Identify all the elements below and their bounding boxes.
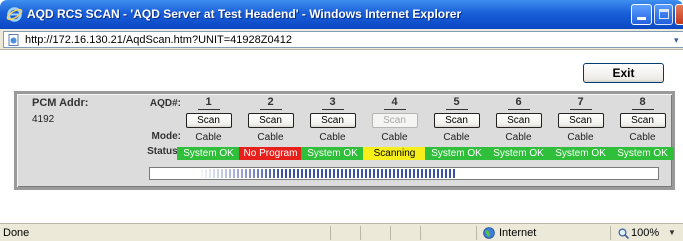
scan-button-3[interactable]: Scan: [309, 113, 356, 128]
address-bar: http://172.16.130.21/AqdScan.htm?UNIT=41…: [0, 29, 683, 50]
aqd-scan-panel: PCM Addr: 4192 AQD#: Mode: Status: 1 Sca…: [14, 91, 675, 190]
minimize-button[interactable]: [631, 4, 652, 25]
page-icon: [8, 34, 19, 46]
pcm-addr-label: PCM Addr:: [32, 97, 89, 109]
status-divider: [330, 226, 331, 240]
status-divider: [390, 226, 391, 240]
aqd-mode: Cable: [381, 132, 408, 143]
scan-button-2[interactable]: Scan: [247, 113, 294, 128]
status-bar: Done Internet 100% ▼: [0, 223, 683, 241]
aqd-number: 1: [197, 96, 220, 110]
aqd-mode: Cable: [195, 132, 222, 143]
scan-button-8[interactable]: Scan: [619, 113, 666, 128]
aqd-number: 5: [445, 96, 468, 110]
aqd-column-2: 2 Scan Cable No Program: [239, 96, 302, 160]
internet-explorer-icon: [6, 7, 23, 22]
aqd-mode: Cable: [567, 132, 594, 143]
minimize-icon: [637, 17, 646, 20]
aqd-column-3: 3 Scan Cable System OK: [301, 96, 364, 160]
aqd-mode: Cable: [319, 132, 346, 143]
title-bar[interactable]: AQD RCS SCAN - 'AQD Server at Test Heade…: [0, 0, 683, 29]
pcm-addr-value: 4192: [32, 114, 55, 125]
aqd-mode: Cable: [505, 132, 532, 143]
status-badge: No Program: [239, 147, 302, 160]
status-label: Status:: [147, 146, 181, 157]
close-button[interactable]: [675, 4, 683, 25]
aqd-column-8: 8 Scan Cable System OK: [611, 96, 674, 160]
aqd-mode: Cable: [257, 132, 284, 143]
aqd-number: 7: [569, 96, 592, 110]
status-divider: [360, 226, 361, 240]
status-divider: [420, 226, 421, 240]
status-badge: System OK: [611, 147, 674, 160]
scan-progress-fill: [200, 169, 455, 178]
aqd-number: 6: [507, 96, 530, 110]
maximize-icon: [659, 9, 669, 19]
security-zone: Internet: [499, 227, 537, 239]
status-badge: System OK: [301, 147, 364, 160]
status-badge: System OK: [425, 147, 488, 160]
mode-label: Mode:: [151, 131, 181, 142]
zoom-dropdown-icon[interactable]: ▼: [668, 228, 676, 237]
globe-icon: [483, 227, 495, 239]
status-divider: [476, 226, 477, 240]
aqd-column-4: 4 Scan Cable Scanning: [363, 96, 426, 160]
aqd-mode: Cable: [629, 132, 656, 143]
zoom-level[interactable]: 100%: [631, 227, 659, 239]
aqd-column-7: 7 Scan Cable System OK: [549, 96, 612, 160]
scan-button-1[interactable]: Scan: [185, 113, 232, 128]
status-badge: System OK: [487, 147, 550, 160]
scan-progress-bar: [149, 167, 659, 180]
aqd-number: 2: [259, 96, 282, 110]
address-dropdown-icon[interactable]: ▾: [674, 35, 679, 46]
address-field[interactable]: http://172.16.130.21/AqdScan.htm?UNIT=41…: [3, 31, 683, 48]
url-text[interactable]: http://172.16.130.21/AqdScan.htm?UNIT=41…: [25, 34, 292, 46]
maximize-button[interactable]: [654, 4, 673, 25]
status-badge: Scanning: [363, 147, 426, 160]
zoom-icon[interactable]: [618, 228, 629, 239]
aqd-mode: Cable: [443, 132, 470, 143]
aqd-number: 8: [631, 96, 654, 110]
aqd-column-1: 1 Scan Cable System OK: [177, 96, 240, 160]
scan-button-6[interactable]: Scan: [495, 113, 542, 128]
aqd-column-6: 6 Scan Cable System OK: [487, 96, 550, 160]
aqd-number: 4: [383, 96, 406, 110]
status-badge: System OK: [549, 147, 612, 160]
exit-button[interactable]: Exit: [583, 63, 664, 83]
aqd-number-label: AQD#:: [149, 98, 181, 109]
window-title: AQD RCS SCAN - 'AQD Server at Test Heade…: [27, 7, 462, 21]
scan-button-7[interactable]: Scan: [557, 113, 604, 128]
scan-button-4[interactable]: Scan: [371, 113, 418, 128]
status-badge: System OK: [177, 147, 240, 160]
scan-button-5[interactable]: Scan: [433, 113, 480, 128]
status-text: Done: [3, 227, 30, 239]
status-divider: [610, 226, 611, 240]
page-content: Exit PCM Addr: 4192 AQD#: Mode: Status: …: [0, 51, 683, 223]
aqd-column-5: 5 Scan Cable System OK: [425, 96, 488, 160]
aqd-number: 3: [321, 96, 344, 110]
progress-fade: [200, 169, 281, 178]
